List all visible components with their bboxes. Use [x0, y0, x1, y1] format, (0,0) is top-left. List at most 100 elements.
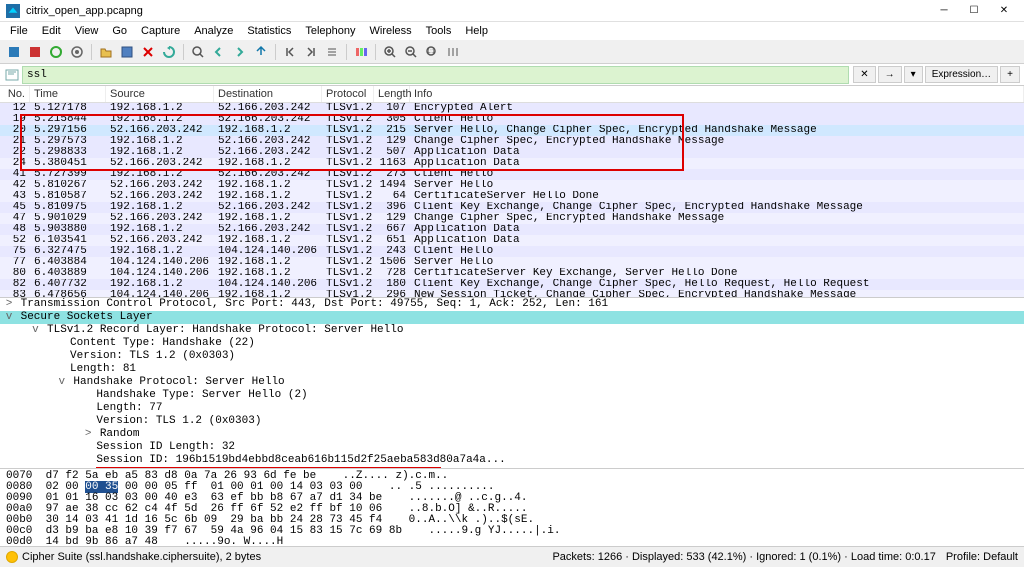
tree-toggle[interactable]: v: [57, 376, 67, 389]
go-last-button[interactable]: [301, 42, 321, 62]
menu-help[interactable]: Help: [459, 23, 494, 39]
column-no[interactable]: No.: [0, 86, 30, 102]
autoscroll-button[interactable]: [322, 42, 342, 62]
status-packets: Packets: 1266 · Displayed: 533 (42.1%) ·…: [552, 551, 935, 563]
column-time[interactable]: Time: [30, 86, 106, 102]
status-profile[interactable]: Profile: Default: [946, 551, 1018, 563]
detail-line[interactable]: Version: TLS 1.2 (0x0303): [0, 415, 1024, 428]
packet-row[interactable]: 225.298833192.168.1.252.166.203.242TLSv1…: [0, 147, 1024, 158]
maximize-button[interactable]: ☐: [960, 2, 988, 20]
restart-capture-button[interactable]: [46, 42, 66, 62]
column-destination[interactable]: Destination: [214, 86, 322, 102]
colorize-button[interactable]: [351, 42, 371, 62]
packet-row[interactable]: 826.407732192.168.1.2104.124.140.206TLSv…: [0, 279, 1024, 290]
menu-telephony[interactable]: Telephony: [299, 23, 361, 39]
detail-line[interactable]: > Transmission Control Protocol, Src Por…: [0, 298, 1024, 311]
detail-line[interactable]: Length: 77: [0, 402, 1024, 415]
display-filter-input[interactable]: [22, 66, 849, 84]
display-filter-bar: ✕ → ▾ Expression… +: [0, 64, 1024, 86]
packet-row[interactable]: 455.810975192.168.1.252.166.203.242TLSv1…: [0, 202, 1024, 213]
packet-details-pane[interactable]: > Transmission Control Protocol, Src Por…: [0, 298, 1024, 469]
menu-analyze[interactable]: Analyze: [188, 23, 239, 39]
packet-row[interactable]: 435.81058752.166.203.242192.168.1.2TLSv1…: [0, 191, 1024, 202]
menu-capture[interactable]: Capture: [135, 23, 186, 39]
packet-row[interactable]: 215.297573192.168.1.252.166.203.242TLSv1…: [0, 136, 1024, 147]
filter-add-button[interactable]: +: [1000, 66, 1020, 83]
packet-row[interactable]: 836.478656104.124.140.206192.168.1.2TLSv…: [0, 290, 1024, 298]
toolbar-separator: [275, 44, 276, 60]
packet-row[interactable]: 776.403884104.124.140.206192.168.1.2TLSv…: [0, 257, 1024, 268]
column-protocol[interactable]: Protocol: [322, 86, 374, 102]
find-button[interactable]: [188, 42, 208, 62]
packet-row[interactable]: 195.215844192.168.1.252.166.203.242TLSv1…: [0, 114, 1024, 125]
reload-button[interactable]: [159, 42, 179, 62]
title-bar: citrix_open_app.pcapng ─ ☐ ✕: [0, 0, 1024, 22]
go-first-button[interactable]: [280, 42, 300, 62]
detail-line[interactable]: > Random: [0, 428, 1024, 441]
tree-toggle[interactable]: >: [4, 298, 14, 311]
status-field: Cipher Suite (ssl.handshake.ciphersuite)…: [22, 551, 261, 563]
tree-toggle[interactable]: v: [4, 311, 14, 324]
minimize-button[interactable]: ─: [930, 2, 958, 20]
packet-row[interactable]: 475.90102952.166.203.242192.168.1.2TLSv1…: [0, 213, 1024, 224]
stop-capture-button[interactable]: [25, 42, 45, 62]
toolbar-separator: [375, 44, 376, 60]
menu-bar: FileEditViewGoCaptureAnalyzeStatisticsTe…: [0, 22, 1024, 40]
tree-toggle[interactable]: v: [30, 324, 40, 337]
packet-row[interactable]: 245.38045152.166.203.242192.168.1.2TLSv1…: [0, 158, 1024, 169]
save-button[interactable]: [117, 42, 137, 62]
packet-row[interactable]: 485.903880192.168.1.252.166.203.242TLSv1…: [0, 224, 1024, 235]
column-length[interactable]: Length: [374, 86, 410, 102]
packet-row[interactable]: 415.727399192.168.1.252.166.203.242TLSv1…: [0, 169, 1024, 180]
hex-line[interactable]: 00d0 14 bd 9b 86 a7 48 .....9o. W....H: [6, 537, 1018, 547]
packet-row[interactable]: 526.10354152.166.203.242192.168.1.2TLSv1…: [0, 235, 1024, 246]
tree-toggle[interactable]: >: [83, 428, 93, 441]
detail-line[interactable]: Handshake Type: Server Hello (2): [0, 389, 1024, 402]
menu-statistics[interactable]: Statistics: [241, 23, 297, 39]
detail-line[interactable]: Session ID Length: 32: [0, 441, 1024, 454]
zoom-out-button[interactable]: [401, 42, 421, 62]
goto-button[interactable]: [251, 42, 271, 62]
detail-line[interactable]: Version: TLS 1.2 (0x0303): [0, 350, 1024, 363]
packet-row[interactable]: 756.327475192.168.1.2104.124.140.206TLSv…: [0, 246, 1024, 257]
detail-line[interactable]: v TLSv1.2 Record Layer: Handshake Protoc…: [0, 324, 1024, 337]
packet-row[interactable]: 806.403889104.124.140.206192.168.1.2TLSv…: [0, 268, 1024, 279]
detail-line[interactable]: Session ID: 196b1519bd4ebbd8ceab616b115d…: [0, 454, 1024, 467]
main-toolbar: 1:1: [0, 40, 1024, 64]
menu-go[interactable]: Go: [106, 23, 133, 39]
packet-row[interactable]: 205.29715652.166.203.242192.168.1.2TLSv1…: [0, 125, 1024, 136]
filter-apply-button[interactable]: →: [878, 66, 902, 83]
menu-view[interactable]: View: [69, 23, 105, 39]
column-source[interactable]: Source: [106, 86, 214, 102]
detail-line[interactable]: Content Type: Handshake (22): [0, 337, 1024, 350]
menu-edit[interactable]: Edit: [36, 23, 67, 39]
next-button[interactable]: [230, 42, 250, 62]
options-button[interactable]: [67, 42, 87, 62]
zoom-reset-button[interactable]: 1:1: [422, 42, 442, 62]
column-info[interactable]: Info: [410, 86, 1024, 102]
status-bar: Cipher Suite (ssl.handshake.ciphersuite)…: [0, 547, 1024, 567]
app-icon: [6, 4, 20, 18]
filter-expression-button[interactable]: Expression…: [925, 66, 998, 83]
packet-list-pane[interactable]: No. Time Source Destination Protocol Len…: [0, 86, 1024, 298]
svg-text:1:1: 1:1: [427, 49, 436, 55]
detail-line[interactable]: Length: 81: [0, 363, 1024, 376]
zoom-in-button[interactable]: [380, 42, 400, 62]
packet-row[interactable]: 425.81026752.166.203.242192.168.1.2TLSv1…: [0, 180, 1024, 191]
open-button[interactable]: [96, 42, 116, 62]
start-capture-button[interactable]: [4, 42, 24, 62]
menu-wireless[interactable]: Wireless: [364, 23, 418, 39]
filter-dropdown-button[interactable]: ▾: [904, 66, 923, 83]
packet-row[interactable]: 125.127178192.168.1.252.166.203.242TLSv1…: [0, 103, 1024, 114]
detail-line[interactable]: v Secure Sockets Layer: [0, 311, 1024, 324]
prev-button[interactable]: [209, 42, 229, 62]
resize-columns-button[interactable]: [443, 42, 463, 62]
detail-line[interactable]: v Handshake Protocol: Server Hello: [0, 376, 1024, 389]
packet-bytes-pane[interactable]: 0070 d7 f2 5a eb a5 83 d8 0a 7a 26 93 6d…: [0, 469, 1024, 547]
close-button[interactable]: ✕: [990, 2, 1018, 20]
menu-file[interactable]: File: [4, 23, 34, 39]
menu-tools[interactable]: Tools: [420, 23, 458, 39]
filter-clear-button[interactable]: ✕: [853, 66, 875, 83]
close-file-button[interactable]: [138, 42, 158, 62]
expert-info-icon[interactable]: [6, 551, 18, 563]
